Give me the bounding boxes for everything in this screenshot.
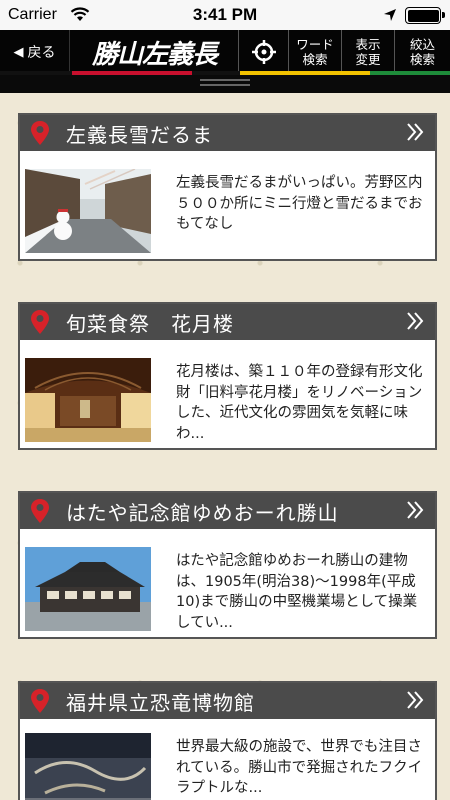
word-search-line1: ワード — [296, 37, 334, 52]
app-logo: 勝山左義長 — [91, 39, 218, 70]
spot-card-header[interactable]: 左義長雪だるま — [20, 115, 435, 151]
map-pin-icon — [31, 689, 49, 713]
location-arrow-icon — [384, 9, 396, 21]
back-label: 戻る — [27, 45, 56, 61]
spot-list[interactable]: 左義長雪だるま 左義長雪だるまがいっぱい。芳野区内５００か所にミニ行燈と雪だるま… — [0, 93, 450, 800]
double-chevron-right-icon — [407, 123, 424, 141]
status-bar: Carrier 3:41 PM — [0, 0, 450, 30]
spot-card[interactable]: はたや記念館ゆめおーれ勝山 はたや記念館ゆめおーれ勝山の建物は、1905年(明治… — [18, 491, 437, 639]
map-pin-icon — [31, 499, 49, 523]
snowman-street-photo — [25, 169, 151, 253]
current-location-button[interactable] — [238, 30, 288, 74]
spot-title: 旬菜食祭 花月楼 — [66, 311, 234, 336]
spot-description: 花月楼は、築１１０年の登録有形文化財「旧料亭花月楼」をリノベーションした、近代文… — [176, 364, 423, 442]
spot-card-body: 左義長雪だるまがいっぱい。芳野区内５００か所にミニ行燈と雪だるまでおもてなし — [20, 151, 435, 259]
tatami-hall-photo — [25, 358, 151, 442]
spot-card-header[interactable]: 旬菜食祭 花月楼 — [20, 304, 435, 340]
double-chevron-right-icon — [407, 691, 424, 709]
spot-card-body: 花月楼は、築１１０年の登録有形文化財「旧料亭花月楼」をリノベーションした、近代文… — [20, 340, 435, 448]
map-pin-icon — [31, 310, 49, 334]
filter-search-button[interactable]: 絞込 検索 — [394, 30, 450, 74]
back-button[interactable]: ◀ 戻る — [0, 30, 70, 74]
museum-building-photo — [25, 547, 151, 631]
spot-description: 世界最大級の施設で、世界でも注目されている。勝山市で発掘されたフクイラプトルな.… — [176, 739, 423, 796]
spot-title: はたや記念館ゆめおーれ勝山 — [66, 500, 339, 525]
display-change-line1: 表示 — [355, 37, 381, 52]
crosshair-icon — [251, 40, 276, 64]
spot-title: 左義長雪だるま — [66, 122, 213, 147]
filter-search-line2: 検索 — [409, 52, 435, 67]
spot-card-header[interactable]: はたや記念館ゆめおーれ勝山 — [20, 493, 435, 529]
spot-card[interactable]: 旬菜食祭 花月楼 花月楼は、築１１０年の登録有形文化財「旧料亭花月楼」をリノベー… — [18, 302, 437, 450]
spot-card-header[interactable]: 福井県立恐竜博物館 — [20, 683, 435, 719]
back-arrow-icon: ◀ — [13, 44, 24, 60]
spot-description: 左義長雪だるまがいっぱい。芳野区内５００か所にミニ行燈と雪だるまでおもてなし — [176, 175, 423, 232]
filter-search-line1: 絞込 — [409, 37, 435, 52]
word-search-button[interactable]: ワード 検索 — [288, 30, 341, 74]
dinosaur-museum-photo — [25, 733, 151, 800]
display-change-button[interactable]: 表示 変更 — [341, 30, 394, 74]
grip-line — [200, 79, 250, 81]
battery-icon — [405, 7, 445, 24]
pull-handle[interactable] — [0, 75, 450, 93]
nav-bar: ◀ 戻る 勝山左義長 ワード 検索 表示 変更 絞込 検索 — [0, 30, 450, 74]
grip-line — [200, 84, 250, 86]
map-pin-icon — [31, 121, 49, 145]
spot-card-body: 世界最大級の施設で、世界でも注目されている。勝山市で発掘されたフクイラプトルな.… — [20, 719, 435, 800]
word-search-line2: 検索 — [302, 52, 328, 67]
spot-title: 福井県立恐竜博物館 — [66, 690, 255, 715]
spot-card[interactable]: 左義長雪だるま 左義長雪だるまがいっぱい。芳野区内５００か所にミニ行燈と雪だるま… — [18, 113, 437, 261]
spot-description: はたや記念館ゆめおーれ勝山の建物は、1905年(明治38)～1998年(平成10… — [176, 553, 418, 631]
double-chevron-right-icon — [407, 501, 424, 519]
display-change-line2: 変更 — [355, 52, 381, 67]
spot-card-body: はたや記念館ゆめおーれ勝山の建物は、1905年(明治38)～1998年(平成10… — [20, 529, 435, 637]
double-chevron-right-icon — [407, 312, 424, 330]
spot-card[interactable]: 福井県立恐竜博物館 世界最大級の施設で、世界でも注目されている。勝山市で発掘され… — [18, 681, 437, 800]
